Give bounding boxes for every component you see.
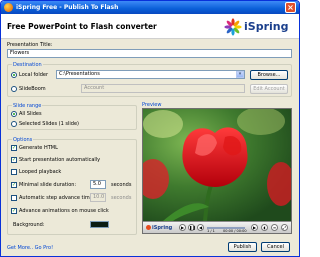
slide-range-group-title: Slide range <box>12 103 43 109</box>
min-duration-checkbox[interactable]: ✓ <box>11 182 17 188</box>
auto-step-label: Automatic step advance time: <box>19 195 95 201</box>
prev-icon[interactable]: ◀ <box>197 224 204 231</box>
folder-dropdown-button[interactable]: ▾ <box>236 71 244 78</box>
time-display: 00:00 / 00:00 <box>223 229 247 233</box>
play-button[interactable]: ▶ <box>179 224 186 231</box>
player-logo-icon <box>146 225 151 230</box>
auto-step-input[interactable]: 10.0 <box>90 193 106 202</box>
app-icon <box>4 3 13 12</box>
header-title: Free PowerPoint to Flash converter <box>7 22 157 31</box>
background-label: Background: <box>13 222 45 228</box>
destination-group-title: Destination <box>12 62 43 68</box>
go-pro-link[interactable]: Get More.. Go Pro! <box>7 245 53 251</box>
publish-button[interactable]: Publish <box>228 242 257 252</box>
min-duration-unit: seconds <box>111 182 132 188</box>
cancel-button[interactable]: Cancel <box>261 242 290 252</box>
account-input[interactable]: Account <box>81 84 245 93</box>
browse-button[interactable]: Browse... <box>250 70 288 80</box>
all-slides-label: All Slides <box>19 111 42 117</box>
tulip-preview-image <box>143 109 291 222</box>
ispring-logo-icon <box>224 18 242 36</box>
publish-window: iSpring Free - Publish To Flash × Free P… <box>0 0 300 257</box>
generate-html-label: Generate HTML <box>19 145 58 151</box>
looped-playback-label: Looped playback <box>19 169 62 175</box>
title-bar[interactable]: iSpring Free - Publish To Flash × <box>1 1 299 14</box>
background-color-picker[interactable] <box>90 221 109 228</box>
player-controls: iSpring ▶ ❚❚ ◀ 1 / 1 00:00 / 00:00 ▶ ◖ ≡… <box>143 221 291 233</box>
local-folder-label: Local folder <box>19 72 49 78</box>
advance-animations-checkbox[interactable]: ✓ <box>11 208 17 214</box>
next-icon[interactable]: ▶ <box>251 224 258 231</box>
min-duration-input[interactable]: 5.0 <box>90 180 106 189</box>
start-auto-label: Start presentation automatically <box>19 157 101 163</box>
auto-step-unit: seconds <box>111 195 132 201</box>
presentation-title-label: Presentation Title: <box>7 42 53 48</box>
preview-pane: iSpring ▶ ❚❚ ◀ 1 / 1 00:00 / 00:00 ▶ ◖ ≡… <box>142 108 292 234</box>
local-folder-input[interactable]: C:\Presentations <box>56 70 245 79</box>
slideboom-radio[interactable] <box>11 86 17 92</box>
player-logo-text: iSpring <box>152 225 173 231</box>
edit-account-button[interactable]: Edit Account <box>250 84 288 94</box>
logo-text: iSpring <box>244 20 289 33</box>
all-slides-radio[interactable] <box>11 111 17 117</box>
generate-html-checkbox[interactable]: ✓ <box>11 145 17 151</box>
selected-slides-radio[interactable] <box>11 121 17 127</box>
auto-step-checkbox[interactable] <box>11 195 17 201</box>
volume-icon[interactable]: ◖ <box>261 224 268 231</box>
window-title: iSpring Free - Publish To Flash <box>16 4 119 11</box>
slideboom-label: SlideBoom <box>19 86 46 92</box>
pause-icon[interactable]: ❚❚ <box>188 224 196 231</box>
looped-playback-checkbox[interactable] <box>11 169 17 175</box>
slide-counter: 1 / 1 <box>207 229 215 233</box>
start-auto-checkbox[interactable]: ✓ <box>11 157 17 163</box>
options-group-title: Options <box>12 137 34 143</box>
local-folder-radio[interactable] <box>11 72 17 78</box>
presentation-title-input[interactable]: Flowers <box>7 49 292 58</box>
close-button[interactable]: × <box>285 2 296 13</box>
fullscreen-icon[interactable]: ⤢ <box>281 224 288 231</box>
header-banner: Free PowerPoint to Flash converter iSpri… <box>1 14 299 39</box>
min-duration-label: Minimal slide duration: <box>19 182 77 188</box>
menu-icon[interactable]: ≡ <box>271 224 278 231</box>
selected-slides-label: Selected Slides (1 slide) <box>19 121 79 127</box>
advance-animations-label: Advance animations on mouse click <box>19 208 109 214</box>
